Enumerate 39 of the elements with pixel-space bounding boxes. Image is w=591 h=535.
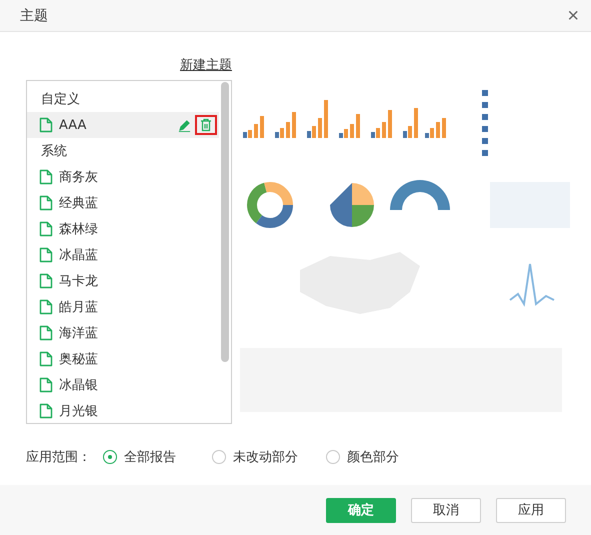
theme-item[interactable]: 经典蓝 [27, 190, 219, 216]
file-icon [39, 247, 53, 263]
file-icon [39, 117, 53, 133]
theme-item[interactable]: 月光银 [27, 398, 219, 423]
trash-icon [200, 118, 212, 132]
theme-item[interactable]: AAA [27, 112, 219, 138]
theme-item[interactable]: 冰晶蓝 [27, 242, 219, 268]
file-icon [39, 351, 53, 367]
edit-icon[interactable] [178, 118, 191, 132]
theme-item[interactable]: 海洋蓝 [27, 320, 219, 346]
file-icon [39, 403, 53, 419]
scope-option[interactable]: 未改动部分 [212, 448, 298, 466]
file-icon [39, 169, 53, 185]
delete-button[interactable] [195, 115, 217, 135]
radio-button[interactable] [103, 450, 117, 464]
radio-button[interactable] [326, 450, 340, 464]
theme-item[interactable]: 奥秘蓝 [27, 346, 219, 372]
group-label: 系统 [41, 143, 67, 160]
dialog-button[interactable]: 应用 [496, 498, 566, 522]
group-label: 自定义 [41, 91, 80, 108]
scope-label: 应用范围： [26, 449, 91, 466]
theme-item[interactable]: 森林绿 [27, 216, 219, 242]
close-button[interactable]: × [563, 6, 583, 26]
dialog-button[interactable]: 取消 [411, 498, 481, 522]
file-icon [39, 299, 53, 315]
radio-button[interactable] [212, 450, 226, 464]
theme-item[interactable]: 马卡龙 [27, 268, 219, 294]
file-icon [39, 325, 53, 341]
theme-item[interactable]: 冰晶银 [27, 372, 219, 398]
theme-item[interactable]: 商务灰 [27, 164, 219, 190]
dialog-title: 主题 [20, 6, 48, 24]
file-icon [39, 195, 53, 211]
scope-option[interactable]: 颜色部分 [326, 448, 399, 466]
file-icon [39, 273, 53, 289]
new-theme-link[interactable]: 新建主题 [180, 56, 232, 74]
scope-option[interactable]: 全部报告 [103, 448, 176, 466]
theme-item[interactable]: 皓月蓝 [27, 294, 219, 320]
file-icon [39, 377, 53, 393]
file-icon [39, 221, 53, 237]
